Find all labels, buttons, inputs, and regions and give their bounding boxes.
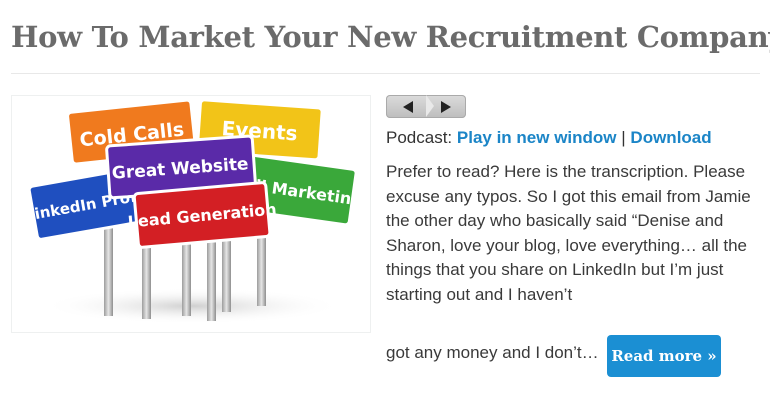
post-title[interactable]: How To Market Your New Recruitment Compa… (11, 20, 770, 54)
post-excerpt-tail: got any money and I don’t… (386, 343, 599, 362)
play-back-icon (403, 100, 413, 113)
podcast-label: Podcast: (386, 128, 453, 147)
play-back-button[interactable] (390, 95, 426, 118)
play-forward-icon (441, 100, 451, 113)
post-thumbnail[interactable]: Cold Calls Events Email Marketing Linked… (11, 95, 371, 333)
post-excerpt: Prefer to read? Here is the transcriptio… (386, 162, 751, 304)
podcast-separator: | (621, 128, 626, 147)
podcast-links: Podcast: Play in new window | Download (386, 128, 712, 148)
audio-player[interactable] (386, 95, 466, 118)
title-divider (11, 73, 760, 74)
sign-lead-generation: Lead Generation (127, 181, 277, 249)
play-in-new-window-link[interactable]: Play in new window (457, 128, 617, 147)
read-more-button[interactable]: Read more » (607, 335, 721, 377)
download-link[interactable]: Download (630, 128, 711, 147)
play-forward-button[interactable] (430, 95, 462, 118)
